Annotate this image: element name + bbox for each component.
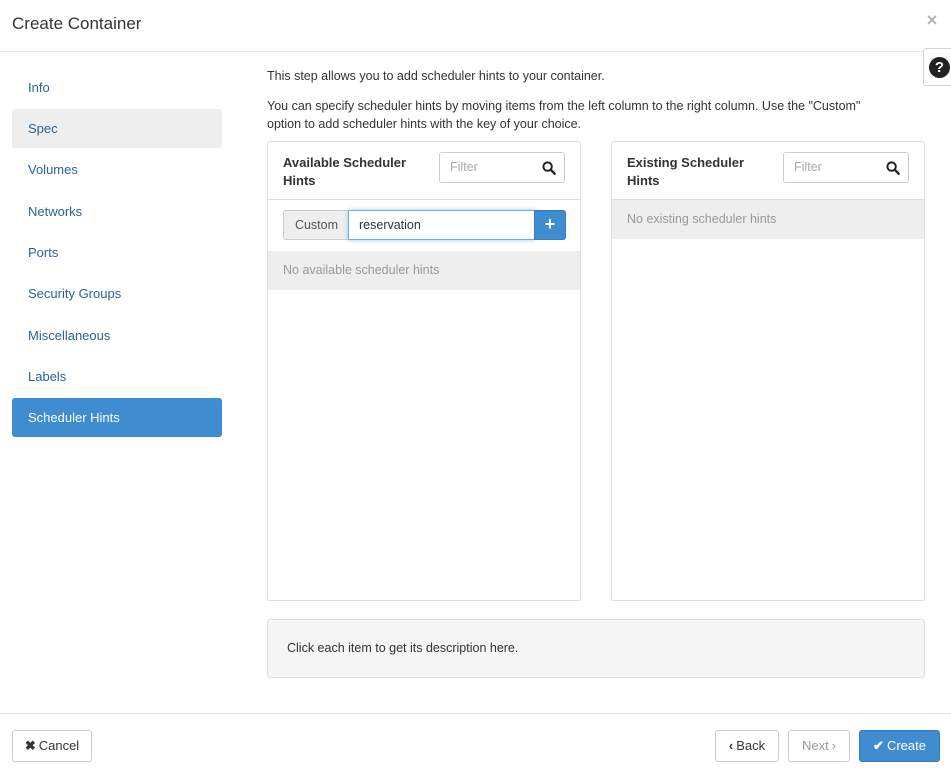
nav-item-networks[interactable]: Networks [12,192,222,231]
nav-item-labels[interactable]: Labels [12,357,222,396]
search-icon [542,161,556,175]
step-help-text: You can specify scheduler hints by movin… [267,99,861,131]
available-filter-input[interactable]: Filter [439,152,565,183]
available-panel-title: Available Scheduler Hints [283,155,407,188]
chevron-right-icon: › [831,738,837,753]
cancel-label: Cancel [38,738,80,753]
custom-hint-input[interactable] [348,210,535,240]
nav-item-info[interactable]: Info [12,68,222,107]
nav-item-miscellaneous[interactable]: Miscellaneous [12,316,222,355]
create-button[interactable]: ✔ Create [859,730,940,762]
existing-filter-placeholder: Filter [794,160,822,174]
existing-panel-header: Existing Scheduler Hints Filter [612,142,924,200]
next-button[interactable]: Next › [788,730,850,762]
modal-title: Create Container [12,14,142,33]
back-label: Back [736,738,766,753]
chevron-left-icon: ‹ [728,738,734,753]
search-icon [886,161,900,175]
step-intro-text: This step allows you to add scheduler hi… [267,69,605,83]
existing-empty-message: No existing scheduler hints [612,200,924,239]
cancel-button[interactable]: ✖ Cancel [12,730,92,762]
modal-header: Create Container × [0,0,951,52]
available-panel-header: Available Scheduler Hints Filter [268,142,580,200]
next-label: Next [801,738,829,753]
existing-hints-panel: Existing Scheduler Hints Filter No exist… [611,141,925,601]
create-label: Create [886,738,926,753]
nav-item-spec[interactable]: Spec [12,109,222,148]
available-filter-placeholder: Filter [450,160,478,174]
nav-item-scheduler-hints[interactable]: Scheduler Hints [12,398,222,437]
available-hints-panel: Available Scheduler Hints Filter Custom … [267,141,581,601]
nav-item-security-groups[interactable]: Security Groups [12,274,222,313]
close-icon: ✖ [24,738,36,753]
custom-label: Custom [283,210,349,240]
question-circle-icon: ? [929,57,950,78]
back-button[interactable]: ‹ Back [715,730,779,762]
close-icon[interactable]: × [923,10,941,30]
item-description-box: Click each item to get its description h… [267,619,925,678]
check-icon: ✔ [873,738,884,753]
existing-panel-title: Existing Scheduler Hints [627,155,745,188]
nav-item-volumes[interactable]: Volumes [12,150,222,189]
available-empty-message: No available scheduler hints [268,251,580,290]
help-button[interactable]: ? [923,48,951,86]
plus-icon: + [544,214,556,234]
nav-item-ports[interactable]: Ports [12,233,222,272]
add-custom-hint-button[interactable]: + [534,210,566,240]
existing-filter-input[interactable]: Filter [783,152,909,183]
modal-footer: ✖ Cancel ‹ Back Next › ✔ Create [0,713,951,773]
